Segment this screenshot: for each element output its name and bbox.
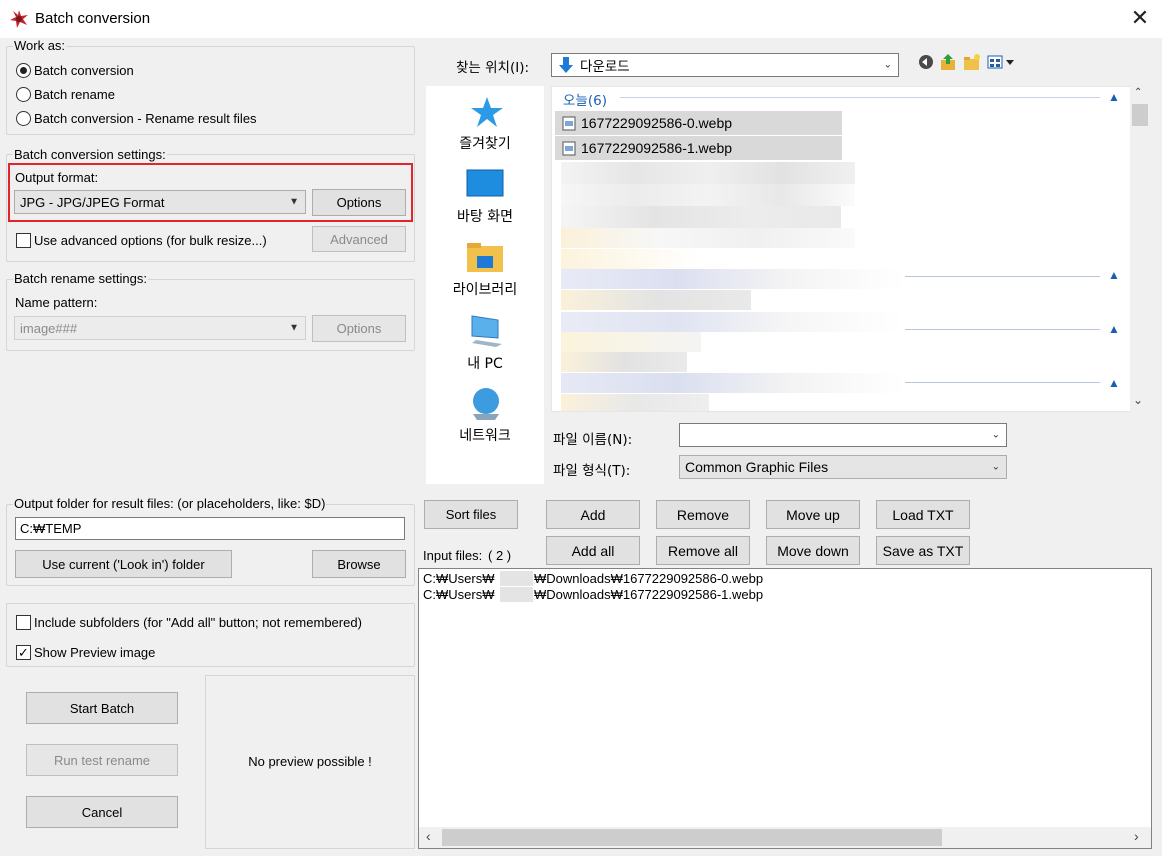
collapse-icon[interactable]: ▲: [1108, 90, 1120, 104]
add-all-button[interactable]: Add all: [546, 536, 640, 565]
look-in-value: 다운로드: [580, 59, 630, 75]
input-path-suffix-1[interactable]: ₩Downloads₩1677229092586-1.webp: [534, 587, 763, 602]
cancel-button[interactable]: Cancel: [26, 796, 178, 828]
radio-batch-conversion-label[interactable]: Batch conversion: [34, 63, 134, 78]
file-list-scrollbar[interactable]: [1130, 86, 1148, 412]
name-pattern-label: Name pattern:: [15, 295, 98, 310]
place-favorites[interactable]: 즐겨찾기: [426, 133, 544, 153]
back-icon[interactable]: [918, 54, 934, 70]
redacted-username: [500, 587, 533, 602]
place-libraries[interactable]: 라이브러리: [426, 279, 544, 299]
chevron-down-icon: ▼: [289, 322, 299, 334]
format-options-button[interactable]: Options: [312, 189, 406, 216]
scroll-up-icon[interactable]: ⌃: [1134, 87, 1142, 98]
rename-options-button[interactable]: Options: [312, 315, 406, 342]
input-path-prefix-1[interactable]: C:₩Users₩: [423, 587, 495, 602]
name-pattern-select[interactable]: image### ▼: [14, 316, 306, 340]
scrollbar-thumb[interactable]: [1132, 104, 1148, 126]
name-pattern-value: image###: [20, 320, 78, 336]
file-type-label: 파일 형식(T):: [553, 463, 631, 479]
load-txt-button[interactable]: Load TXT: [876, 500, 970, 529]
browse-button[interactable]: Browse: [312, 550, 406, 578]
start-batch-button[interactable]: Start Batch: [26, 692, 178, 724]
preview-message: No preview possible !: [248, 754, 372, 769]
close-icon[interactable]: ✕: [1128, 6, 1152, 30]
file-name-1[interactable]: 1677229092586-1.webp: [581, 140, 732, 156]
output-folder-input[interactable]: C:₩TEMP: [15, 517, 405, 540]
input-path-suffix-0[interactable]: ₩Downloads₩1677229092586-0.webp: [534, 571, 763, 586]
advanced-options-checkbox[interactable]: [16, 233, 31, 248]
radio-batch-rename[interactable]: [16, 87, 31, 102]
input-files-count: ( 2 ): [488, 548, 512, 563]
input-files-label: Input files:: [423, 548, 483, 563]
work-as-label: Work as:: [13, 38, 67, 53]
star-icon: [471, 97, 503, 127]
move-down-button[interactable]: Move down: [766, 536, 860, 565]
output-folder-label: Output folder for result files: (or plac…: [13, 496, 327, 511]
chevron-down-icon: ⌄: [883, 59, 892, 71]
radio-batch-conversion[interactable]: [16, 63, 31, 78]
sort-files-button[interactable]: Sort files: [424, 500, 518, 529]
input-files-list[interactable]: [418, 568, 1152, 849]
advanced-button[interactable]: Advanced: [312, 226, 406, 252]
file-type-select[interactable]: Common Graphic Files ⌄: [679, 455, 1007, 479]
places-bar: 즐겨찾기 바탕 화면 라이브러리 내 PC 네트워크: [426, 86, 544, 484]
radio-conversion-rename[interactable]: [16, 111, 31, 126]
conversion-settings-label: Batch conversion settings:: [13, 147, 167, 162]
look-in-select[interactable]: 다운로드 ⌄: [551, 53, 899, 77]
app-logo-icon: [10, 10, 28, 28]
output-format-select[interactable]: JPG - JPG/JPEG Format ▼: [14, 190, 306, 214]
include-subfolders-label[interactable]: Include subfolders (for "Add all" button…: [34, 615, 362, 630]
output-format-value: JPG - JPG/JPEG Format: [20, 194, 165, 210]
new-folder-icon[interactable]: [963, 53, 981, 71]
library-folder-icon: [467, 243, 503, 272]
place-my-pc[interactable]: 내 PC: [426, 353, 544, 373]
rename-settings-label: Batch rename settings:: [13, 271, 148, 286]
file-name-input[interactable]: ⌄: [679, 423, 1007, 447]
group-header-today[interactable]: 오늘(6): [563, 89, 607, 109]
network-icon: [473, 388, 499, 420]
remove-all-button[interactable]: Remove all: [656, 536, 750, 565]
image-file-icon: [562, 141, 576, 156]
redacted-username: [500, 571, 533, 586]
output-format-label: Output format:: [15, 170, 99, 185]
desktop-icon: [466, 169, 504, 197]
file-type-value: Common Graphic Files: [685, 459, 829, 475]
remove-button[interactable]: Remove: [656, 500, 750, 529]
scroll-right-icon[interactable]: ›: [1134, 828, 1139, 844]
add-button[interactable]: Add: [546, 500, 640, 529]
window-title: Batch conversion: [35, 10, 151, 27]
use-current-folder-button[interactable]: Use current ('Look in') folder: [15, 550, 232, 578]
input-path-prefix-0[interactable]: C:₩Users₩: [423, 571, 495, 586]
scroll-down-icon[interactable]: ⌄: [1133, 393, 1143, 407]
place-desktop[interactable]: 바탕 화면: [426, 206, 544, 226]
place-network[interactable]: 네트워크: [426, 425, 544, 445]
advanced-options-label[interactable]: Use advanced options (for bulk resize...…: [34, 233, 267, 248]
include-subfolders-checkbox[interactable]: [16, 615, 31, 630]
radio-batch-rename-label[interactable]: Batch rename: [34, 87, 115, 102]
radio-conversion-rename-label[interactable]: Batch conversion - Rename result files: [34, 111, 257, 126]
chevron-down-icon: ▼: [289, 196, 299, 208]
move-up-button[interactable]: Move up: [766, 500, 860, 529]
view-menu-icon[interactable]: [987, 54, 1017, 70]
group-divider: [620, 97, 1100, 98]
hscrollbar-thumb[interactable]: [442, 829, 942, 846]
scroll-left-icon[interactable]: ‹: [426, 828, 431, 844]
save-as-txt-button[interactable]: Save as TXT: [876, 536, 970, 565]
file-name-0[interactable]: 1677229092586-0.webp: [581, 115, 732, 131]
chevron-down-icon: ⌄: [991, 429, 1000, 441]
look-in-label: 찾는 위치(I):: [456, 60, 530, 76]
show-preview-label[interactable]: Show Preview image: [34, 645, 155, 660]
computer-icon: [471, 315, 502, 347]
image-file-icon: [562, 116, 576, 131]
show-preview-checkbox[interactable]: ✓: [16, 645, 31, 660]
download-arrow-icon: [559, 57, 573, 73]
title-bar: [0, 0, 1162, 38]
chevron-down-icon: ⌄: [991, 461, 1000, 473]
file-name-label: 파일 이름(N):: [553, 432, 633, 448]
run-test-rename-button[interactable]: Run test rename: [26, 744, 178, 776]
up-folder-icon[interactable]: [940, 53, 958, 71]
